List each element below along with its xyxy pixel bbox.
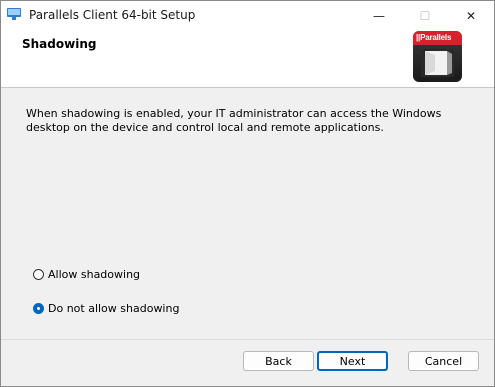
setup-window: Parallels Client 64-bit Setup — ☐ ✕ Shad… <box>0 0 495 387</box>
page-title: Shadowing <box>22 37 97 51</box>
radio-checked-icon <box>33 303 44 314</box>
installer-icon <box>7 8 21 20</box>
next-button[interactable]: Next <box>317 351 388 371</box>
cancel-button[interactable]: Cancel <box>408 351 479 371</box>
close-icon: ✕ <box>465 8 477 23</box>
footer-divider <box>1 339 494 340</box>
maximize-button[interactable]: ☐ <box>402 1 448 30</box>
back-button[interactable]: Back <box>243 351 314 371</box>
allow-shadowing-label: Allow shadowing <box>48 268 141 281</box>
maximize-icon: ☐ <box>419 8 431 23</box>
radio-unchecked-icon <box>33 269 44 280</box>
minimize-icon: — <box>373 8 385 23</box>
logo-text: ||Parallels <box>416 33 452 42</box>
window-title: Parallels Client 64-bit Setup <box>29 8 196 22</box>
minimize-button[interactable]: — <box>356 1 402 30</box>
allow-shadowing-radio[interactable]: Allow shadowing <box>33 268 140 281</box>
title-bar: Parallels Client 64-bit Setup — ☐ ✕ <box>1 1 494 30</box>
description-text: When shadowing is enabled, your IT admin… <box>26 107 442 134</box>
page-header: Shadowing ||Parallels <box>1 30 494 88</box>
parallels-logo: ||Parallels <box>413 31 462 82</box>
deny-shadowing-radio[interactable]: Do not allow shadowing <box>33 302 179 315</box>
door-icon <box>421 49 454 77</box>
close-button[interactable]: ✕ <box>448 1 494 30</box>
deny-shadowing-label: Do not allow shadowing <box>48 302 180 315</box>
